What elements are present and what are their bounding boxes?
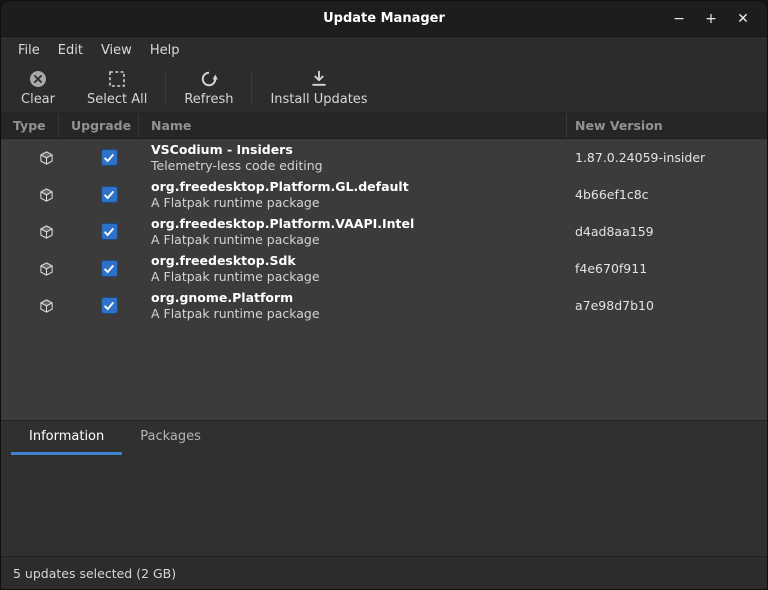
upgrade-cell: [59, 260, 139, 277]
updates-list: VSCodium - Insiders Telemetry-less code …: [1, 139, 767, 420]
package-icon: [39, 187, 54, 203]
type-cell: [1, 150, 59, 166]
toolbar-separator: [251, 71, 253, 104]
upgrade-cell: [59, 223, 139, 240]
package-icon: [39, 298, 54, 314]
package-name: VSCodium - Insiders: [151, 141, 293, 157]
table-row[interactable]: org.gnome.Platform A Flatpak runtime pac…: [1, 287, 767, 324]
close-button[interactable]: ✕: [731, 7, 755, 31]
upgrade-checkbox[interactable]: [100, 223, 118, 240]
install-updates-button[interactable]: Install Updates: [254, 63, 383, 112]
menu-help[interactable]: Help: [141, 37, 189, 63]
tab-packages[interactable]: Packages: [122, 421, 219, 455]
check-icon: [104, 264, 114, 273]
package-description: A Flatpak runtime package: [151, 305, 320, 321]
titlebar: Update Manager − + ✕: [1, 1, 767, 37]
select-all-icon: [107, 69, 127, 90]
name-cell: org.freedesktop.Platform.GL.default A Fl…: [139, 179, 567, 210]
refresh-icon: [199, 69, 219, 90]
package-new-version: f4e670f911: [575, 261, 648, 276]
clear-icon: [28, 69, 48, 90]
menu-file[interactable]: File: [9, 37, 49, 63]
package-name: org.freedesktop.Sdk: [151, 252, 296, 268]
statusbar: 5 updates selected (2 GB): [1, 556, 767, 589]
menu-view[interactable]: View: [92, 37, 141, 63]
details-tabbar: Information Packages: [1, 421, 767, 455]
table-row[interactable]: org.freedesktop.Platform.VAAPI.Intel A F…: [1, 213, 767, 250]
select-all-button[interactable]: Select All: [71, 63, 163, 112]
package-new-version: 4b66ef1c8c: [575, 187, 649, 202]
toolbar-separator: [165, 71, 167, 104]
upgrade-checkbox[interactable]: [100, 297, 118, 314]
select-all-button-label: Select All: [87, 91, 148, 107]
package-icon: [39, 150, 54, 166]
check-icon: [104, 190, 114, 199]
name-cell: org.gnome.Platform A Flatpak runtime pac…: [139, 290, 567, 321]
package-name: org.freedesktop.Platform.VAAPI.Intel: [151, 215, 415, 231]
column-header-upgrade[interactable]: Upgrade: [59, 113, 139, 138]
clear-button[interactable]: Clear: [5, 63, 71, 112]
status-text: 5 updates selected (2 GB): [13, 565, 177, 581]
install-updates-icon: [309, 69, 329, 90]
package-new-version: d4ad8aa159: [575, 224, 654, 239]
maximize-button[interactable]: +: [699, 7, 723, 31]
menu-edit[interactable]: Edit: [49, 37, 92, 63]
upgrade-checkbox[interactable]: [100, 186, 118, 203]
upgrade-cell: [59, 186, 139, 203]
package-new-version: 1.87.0.24059-insider: [575, 150, 706, 165]
column-header-new-version[interactable]: New Version: [567, 113, 767, 138]
type-cell: [1, 298, 59, 314]
column-header-name[interactable]: Name: [139, 113, 567, 138]
table-row[interactable]: VSCodium - Insiders Telemetry-less code …: [1, 139, 767, 176]
package-icon: [39, 261, 54, 277]
check-icon: [104, 301, 114, 310]
details-panel: Information Packages: [1, 420, 767, 556]
package-description: Telemetry-less code editing: [151, 157, 323, 173]
tab-information[interactable]: Information: [11, 421, 123, 455]
upgrade-cell: [59, 149, 139, 166]
upgrade-checkbox[interactable]: [100, 260, 118, 277]
name-cell: org.freedesktop.Platform.VAAPI.Intel A F…: [139, 216, 567, 247]
package-description: A Flatpak runtime package: [151, 268, 320, 284]
clear-button-label: Clear: [21, 91, 55, 107]
upgrade-checkbox[interactable]: [100, 149, 118, 166]
table-row[interactable]: org.freedesktop.Platform.GL.default A Fl…: [1, 176, 767, 213]
minimize-button[interactable]: −: [667, 7, 691, 31]
name-cell: org.freedesktop.Sdk A Flatpak runtime pa…: [139, 253, 567, 284]
type-cell: [1, 224, 59, 240]
refresh-button[interactable]: Refresh: [168, 63, 249, 112]
package-name: org.gnome.Platform: [151, 289, 294, 305]
name-cell: VSCodium - Insiders Telemetry-less code …: [139, 142, 567, 173]
package-icon: [39, 224, 54, 240]
window-title: Update Manager: [323, 11, 445, 26]
type-cell: [1, 187, 59, 203]
install-updates-button-label: Install Updates: [270, 91, 368, 107]
table-row[interactable]: org.freedesktop.Sdk A Flatpak runtime pa…: [1, 250, 767, 287]
package-description: A Flatpak runtime package: [151, 194, 320, 210]
check-icon: [104, 153, 114, 162]
window-controls: − + ✕: [667, 7, 767, 31]
column-header-type[interactable]: Type: [1, 113, 59, 138]
details-content: [1, 455, 767, 556]
type-cell: [1, 261, 59, 277]
menubar: File Edit View Help: [1, 37, 767, 63]
package-name: org.freedesktop.Platform.GL.default: [151, 178, 409, 194]
update-manager-window: Update Manager − + ✕ File Edit View Help…: [0, 0, 768, 590]
upgrade-cell: [59, 297, 139, 314]
toolbar: Clear Select All Refresh Install Updates: [1, 63, 767, 113]
package-description: A Flatpak runtime package: [151, 231, 320, 247]
refresh-button-label: Refresh: [184, 91, 234, 107]
package-new-version: a7e98d7b10: [575, 298, 654, 313]
table-header: Type Upgrade Name New Version: [1, 113, 767, 139]
check-icon: [104, 227, 114, 236]
